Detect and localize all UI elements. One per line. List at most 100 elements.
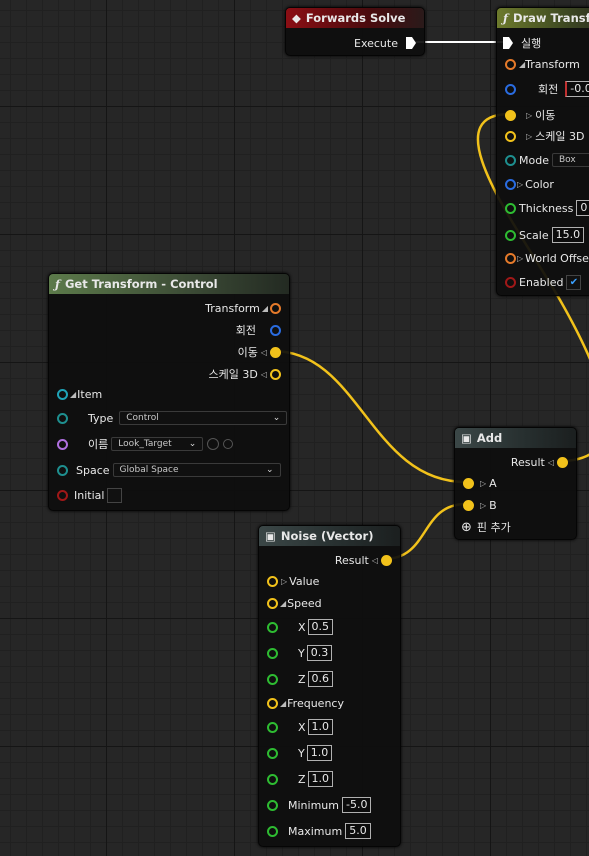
name-dropdown-value: Look_Target bbox=[118, 439, 172, 449]
get-transform-node[interactable]: ƒ Get Transform - Control Transform ◢ 회전… bbox=[48, 273, 290, 511]
expand-triangle-icon: ▷ bbox=[526, 131, 533, 141]
enabled-label: Enabled bbox=[519, 275, 564, 289]
scale3d-in-pin[interactable] bbox=[505, 130, 516, 142]
get-transform-header[interactable]: ƒ Get Transform - Control bbox=[49, 274, 289, 294]
freq-y-input[interactable]: 1.0 bbox=[306, 745, 333, 761]
freq-z-input[interactable]: 1.0 bbox=[307, 771, 334, 787]
function-icon: ƒ bbox=[503, 11, 508, 25]
exec-in-pin[interactable] bbox=[503, 37, 513, 49]
forwards-solve-header[interactable]: ◆ Forwards Solve bbox=[286, 8, 424, 28]
draw-transform-node[interactable]: ƒ Draw Transform 실행 ◢ Transform 회전 -0.0 … bbox=[496, 7, 589, 296]
name-in-pin[interactable] bbox=[57, 438, 68, 450]
execute-label: Execute bbox=[354, 36, 398, 50]
node-title: Noise (Vector) bbox=[280, 529, 374, 543]
collapse-triangle-icon: ◢ bbox=[280, 598, 287, 608]
expand-triangle-icon: ▷ bbox=[480, 478, 487, 488]
transform-in-pin[interactable] bbox=[505, 58, 516, 70]
mode-label: Mode bbox=[519, 153, 549, 167]
type-dropdown[interactable]: Control ⌄ bbox=[119, 411, 288, 425]
draw-transform-header[interactable]: ƒ Draw Transform bbox=[497, 8, 589, 28]
y-label: Y bbox=[298, 746, 305, 760]
world-offset-in-pin[interactable] bbox=[505, 252, 516, 264]
speed-z-input[interactable]: 0.6 bbox=[307, 671, 334, 687]
minimum-input[interactable]: -5.0 bbox=[341, 797, 372, 813]
use-selected-icon[interactable] bbox=[207, 438, 220, 450]
b-label: B bbox=[489, 498, 497, 512]
scale-input[interactable]: 15.0 bbox=[551, 227, 585, 243]
noise-vector-node[interactable]: ▣ Noise (Vector) Result ◁ ▷ Value ◢ Spee… bbox=[258, 525, 401, 847]
add-node[interactable]: ▣ Add Result ◁ ▷ A ▷ B ⊕ 핀 추가 bbox=[454, 427, 577, 540]
world-offset-label: World Offset bbox=[525, 251, 589, 265]
rotation-in-pin[interactable] bbox=[505, 83, 516, 95]
scale3d-out-pin[interactable] bbox=[270, 368, 281, 380]
node-title: Draw Transform bbox=[512, 11, 589, 25]
maximum-in-pin[interactable] bbox=[267, 825, 278, 837]
speed-in-pin[interactable] bbox=[267, 597, 278, 609]
forwards-solve-node[interactable]: ◆ Forwards Solve Execute bbox=[285, 7, 425, 56]
small-arrow-left-icon: ◁ bbox=[260, 369, 267, 379]
chevron-down-icon: ⌄ bbox=[272, 413, 281, 423]
result-out-pin[interactable] bbox=[557, 456, 568, 468]
add-header[interactable]: ▣ Add bbox=[455, 428, 576, 448]
freq-z-in-pin[interactable] bbox=[267, 773, 278, 785]
initial-checkbox[interactable] bbox=[107, 487, 123, 503]
result-label: Result bbox=[510, 455, 545, 469]
small-arrow-left-icon: ◁ bbox=[260, 347, 267, 357]
item-label: Item bbox=[77, 387, 103, 401]
freq-y-in-pin[interactable] bbox=[267, 747, 278, 759]
z-label: Z bbox=[298, 772, 306, 786]
space-in-pin[interactable] bbox=[57, 464, 68, 476]
b-in-pin[interactable] bbox=[463, 499, 474, 511]
scale-in-pin[interactable] bbox=[505, 229, 516, 241]
mode-in-pin[interactable] bbox=[505, 154, 516, 166]
noise-header[interactable]: ▣ Noise (Vector) bbox=[259, 526, 400, 546]
expand-triangle-icon: ▷ bbox=[480, 500, 487, 510]
execute-out-pin[interactable] bbox=[406, 37, 416, 49]
freq-x-input[interactable]: 1.0 bbox=[307, 719, 334, 735]
browse-search-icon[interactable] bbox=[223, 439, 234, 449]
transform-label: Transform bbox=[525, 57, 580, 71]
minimum-in-pin[interactable] bbox=[267, 799, 278, 811]
type-label: Type bbox=[88, 411, 114, 425]
location-out-pin[interactable] bbox=[270, 346, 281, 358]
space-dropdown-value: Global Space bbox=[119, 465, 179, 475]
frequency-in-pin[interactable] bbox=[267, 697, 278, 709]
speed-x-input[interactable]: 0.5 bbox=[307, 619, 334, 635]
math-node-icon: ▣ bbox=[265, 529, 276, 543]
initial-in-pin[interactable] bbox=[57, 489, 68, 501]
rotation-out-pin[interactable] bbox=[270, 324, 281, 336]
value-label: Value bbox=[289, 574, 320, 588]
a-in-pin[interactable] bbox=[463, 477, 474, 489]
location-label: 이동 bbox=[535, 109, 556, 122]
small-arrow-left-icon: ◁ bbox=[371, 555, 378, 565]
speed-x-in-pin[interactable] bbox=[267, 621, 278, 633]
x-label: X bbox=[298, 620, 306, 634]
name-dropdown[interactable]: Look_Target ⌄ bbox=[111, 437, 204, 451]
freq-x-in-pin[interactable] bbox=[267, 721, 278, 733]
type-in-pin[interactable] bbox=[57, 412, 68, 424]
speed-y-input[interactable]: 0.3 bbox=[306, 645, 333, 661]
value-in-pin[interactable] bbox=[267, 575, 278, 587]
maximum-input[interactable]: 5.0 bbox=[345, 823, 371, 839]
space-dropdown[interactable]: Global Space ⌄ bbox=[112, 463, 281, 477]
rotation-out-label: 회전 bbox=[235, 324, 256, 337]
y-label: Y bbox=[298, 646, 305, 660]
location-to-add-a-wire bbox=[272, 349, 467, 484]
location-in-pin[interactable] bbox=[505, 109, 516, 121]
speed-z-in-pin[interactable] bbox=[267, 673, 278, 685]
item-in-pin[interactable] bbox=[57, 388, 68, 400]
rotation-label: 회전 bbox=[538, 83, 559, 96]
expand-triangle-icon: ▷ bbox=[517, 179, 524, 189]
add-pin-button[interactable]: ⊕ 핀 추가 bbox=[461, 519, 511, 535]
result-out-pin[interactable] bbox=[381, 554, 392, 566]
thickness-input[interactable]: 0 bbox=[576, 200, 589, 216]
x-label: X bbox=[298, 720, 306, 734]
mode-dropdown[interactable]: Box bbox=[551, 153, 589, 167]
enabled-checkbox[interactable]: ✔ bbox=[566, 274, 582, 290]
thickness-in-pin[interactable] bbox=[505, 202, 516, 214]
transform-out-pin[interactable] bbox=[270, 302, 281, 314]
rotation-input[interactable]: -0.0 bbox=[565, 81, 589, 97]
speed-y-in-pin[interactable] bbox=[267, 647, 278, 659]
color-in-pin[interactable] bbox=[505, 178, 516, 190]
enabled-in-pin[interactable] bbox=[505, 276, 516, 288]
